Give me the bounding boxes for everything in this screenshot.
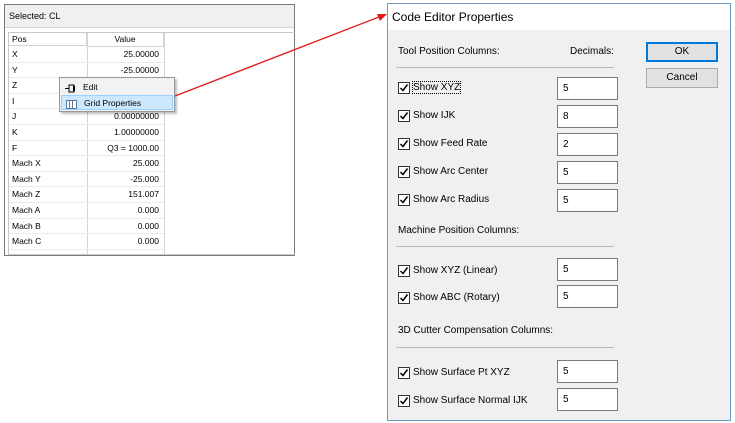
show-xyz-linear-label[interactable]: Show XYZ (Linear) bbox=[413, 265, 497, 276]
checkmark-icon bbox=[399, 168, 409, 176]
tool-position-columns-label: Tool Position Columns: bbox=[398, 46, 500, 57]
checkmark-icon bbox=[399, 294, 409, 302]
dialog-title: Code Editor Properties bbox=[388, 4, 730, 30]
show-arc-center-checkbox[interactable] bbox=[398, 166, 410, 178]
show-arc-center-decimals-input[interactable]: 5 bbox=[557, 161, 618, 184]
machine-position-columns-label: Machine Position Columns: bbox=[398, 225, 520, 236]
show-feed-rate-label[interactable]: Show Feed Rate bbox=[413, 138, 488, 149]
show-surface-pt-xyz-label[interactable]: Show Surface Pt XYZ bbox=[413, 367, 510, 378]
ok-button[interactable]: OK bbox=[646, 42, 718, 62]
checkmark-icon bbox=[399, 369, 409, 377]
show-arc-radius-checkbox[interactable] bbox=[398, 194, 410, 206]
show-feed-rate-checkbox[interactable] bbox=[398, 138, 410, 150]
checkmark-icon bbox=[399, 140, 409, 148]
show-surface-normal-ijk-label[interactable]: Show Surface Normal IJK bbox=[413, 395, 528, 406]
show-feed-rate-decimals-input[interactable]: 2 bbox=[557, 133, 618, 156]
show-xyz-label[interactable]: Show XYZ bbox=[411, 81, 462, 94]
code-editor-properties-dialog: Code Editor Properties Tool Position Col… bbox=[387, 3, 731, 421]
checkmark-icon bbox=[399, 267, 409, 275]
show-xyz-linear-checkbox[interactable] bbox=[398, 265, 410, 277]
show-ijk-label[interactable]: Show IJK bbox=[413, 110, 455, 121]
checkmark-icon bbox=[399, 397, 409, 405]
show-xyz-decimals-input[interactable]: 5 bbox=[557, 77, 618, 100]
show-abc-rotary-label[interactable]: Show ABC (Rotary) bbox=[413, 292, 500, 303]
show-surface-normal-ijk-checkbox[interactable] bbox=[398, 395, 410, 407]
decimals-label: Decimals: bbox=[570, 46, 614, 57]
checkmark-icon bbox=[399, 84, 409, 92]
separator bbox=[396, 347, 614, 348]
show-arc-radius-decimals-input[interactable]: 5 bbox=[557, 189, 618, 212]
separator bbox=[396, 246, 614, 247]
show-arc-center-label[interactable]: Show Arc Center bbox=[413, 166, 488, 177]
show-abc-rotary-checkbox[interactable] bbox=[398, 292, 410, 304]
show-surface-pt-xyz-checkbox[interactable] bbox=[398, 367, 410, 379]
show-xyz-linear-decimals-input[interactable]: 5 bbox=[557, 258, 618, 281]
show-arc-radius-label[interactable]: Show Arc Radius bbox=[413, 194, 489, 205]
separator bbox=[396, 67, 614, 68]
show-surface-pt-xyz-decimals-input[interactable]: 5 bbox=[557, 360, 618, 383]
checkmark-icon bbox=[399, 196, 409, 204]
show-ijk-decimals-input[interactable]: 8 bbox=[557, 105, 618, 128]
cutter-compensation-columns-label: 3D Cutter Compensation Columns: bbox=[398, 325, 554, 336]
checkmark-icon bbox=[399, 112, 409, 120]
show-abc-rotary-decimals-input[interactable]: 5 bbox=[557, 285, 618, 308]
show-ijk-checkbox[interactable] bbox=[398, 110, 410, 122]
cancel-button[interactable]: Cancel bbox=[646, 68, 718, 88]
show-surface-normal-ijk-decimals-input[interactable]: 5 bbox=[557, 388, 618, 411]
show-xyz-checkbox[interactable] bbox=[398, 82, 410, 94]
